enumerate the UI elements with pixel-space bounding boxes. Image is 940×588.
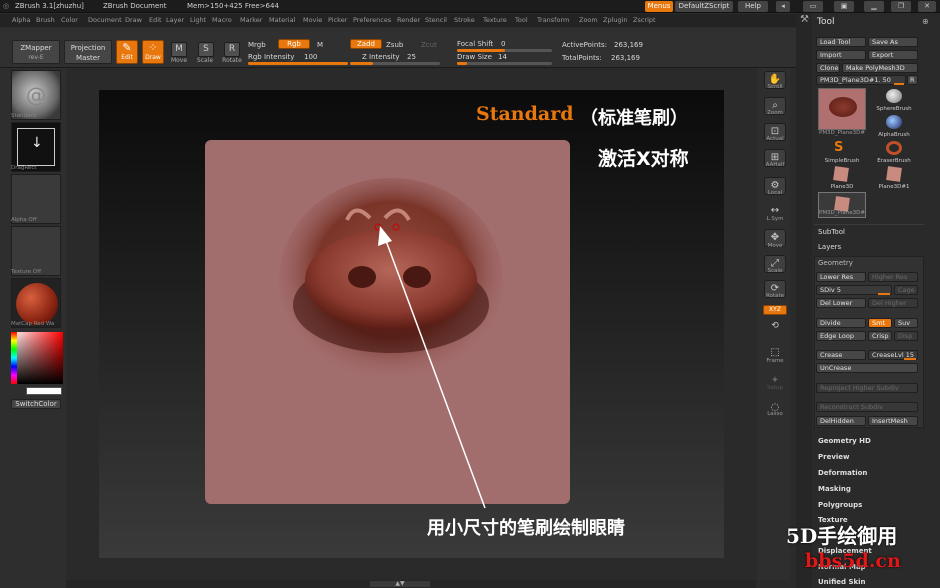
- current-tool-slider[interactable]: PM3D_Plane3D#1. 50: [816, 75, 906, 85]
- geometry-hd-section[interactable]: Geometry HD: [818, 437, 871, 445]
- reproject-higher-subdiv-button[interactable]: Reproject Higher Subdiv: [816, 383, 918, 393]
- overlay-subtitle: 激活X对称: [598, 148, 689, 170]
- panel-pin-icon[interactable]: ⊕: [922, 17, 929, 26]
- zoom-label: Zoom: [767, 110, 783, 116]
- scale-view-label: Scale: [767, 268, 783, 274]
- tool-thumb-pm3d-2-label: PM3D_Plane3D#: [819, 210, 865, 216]
- divide-button[interactable]: Divide: [816, 318, 866, 328]
- make-polymesh-button[interactable]: Make PolyMesh3D: [842, 63, 918, 73]
- lsym-label: L.Sym: [766, 216, 784, 222]
- subtool-section[interactable]: SubTool: [818, 228, 845, 236]
- plane3d-icon[interactable]: [833, 166, 849, 182]
- save-as-button[interactable]: Save As: [868, 37, 918, 47]
- tray-toggle-icon[interactable]: ▲▼: [370, 581, 430, 587]
- xyz-button[interactable]: XYZ: [763, 305, 787, 315]
- aahalf-label: AAHalf: [765, 162, 785, 168]
- overlay-title-cn: （标准笔刷）: [580, 108, 688, 129]
- watermark-text: 5D手绘御用: [786, 524, 898, 548]
- simple-brush-icon[interactable]: S: [834, 140, 843, 155]
- del-lower-button[interactable]: Del Lower: [816, 298, 866, 308]
- sdiv-slider-fill: [878, 293, 890, 295]
- unified-skin-section[interactable]: Unified Skin: [818, 578, 866, 586]
- simple-brush-label: SimpleBrush: [824, 158, 860, 164]
- export-button[interactable]: Export: [868, 50, 918, 60]
- actual-label: Actual: [766, 136, 784, 142]
- del-higher-button[interactable]: Del Higher: [868, 298, 918, 308]
- overlay-title-en: Standard: [476, 103, 574, 125]
- current-tool-slider-fill: [894, 83, 904, 85]
- clone-button[interactable]: Clone: [816, 63, 840, 73]
- alpha-brush-label: AlphaBrush: [878, 132, 910, 138]
- r-button[interactable]: R: [907, 75, 918, 85]
- bottom-tray: ▲▼: [66, 580, 756, 588]
- lower-res-button[interactable]: Lower Res: [816, 272, 866, 282]
- layers-section[interactable]: Layers: [818, 243, 841, 251]
- frame-label: Frame: [766, 358, 784, 364]
- eraser-brush-icon[interactable]: [886, 141, 902, 155]
- reconstruct-subdiv-button[interactable]: Reconstruct Subdiv: [816, 402, 918, 412]
- divider: [814, 224, 924, 225]
- overlay-caption: 用小尺寸的笔刷绘制眼睛: [427, 518, 625, 539]
- plane3d-1-label: Plane3D#1: [878, 184, 910, 190]
- rotate-axis-icon[interactable]: ⟲: [764, 318, 786, 336]
- sphere-brush-icon[interactable]: [886, 89, 902, 103]
- alpha-brush-icon[interactable]: [886, 115, 902, 129]
- suv-toggle[interactable]: Suv: [894, 318, 918, 328]
- uncrease-button[interactable]: UnCrease: [816, 363, 918, 373]
- import-button[interactable]: Import: [816, 50, 866, 60]
- tray-divider[interactable]: [796, 13, 812, 588]
- setup-label: Setup: [766, 385, 783, 391]
- watermark-url: bbs5d.cn: [805, 550, 901, 572]
- polygroups-section[interactable]: Polygroups: [818, 501, 862, 509]
- disp-toggle[interactable]: Disp: [894, 331, 918, 341]
- eraser-brush-label: EraserBrush: [877, 158, 911, 164]
- crease-button[interactable]: Crease: [816, 350, 866, 360]
- higher-res-button[interactable]: Higher Res: [868, 272, 918, 282]
- lasso-label: Lasso: [767, 411, 783, 417]
- move-view-label: Move: [767, 243, 783, 249]
- load-tool-button[interactable]: Load Tool: [816, 37, 866, 47]
- smt-toggle[interactable]: Smt: [868, 318, 892, 328]
- rotate-view-label: Rotate: [765, 293, 784, 299]
- deformation-section[interactable]: Deformation: [818, 469, 867, 477]
- cage-button[interactable]: Cage: [894, 285, 918, 295]
- sphere-brush-label: SphereBrush: [876, 106, 912, 112]
- preview-section[interactable]: Preview: [818, 453, 850, 461]
- tool-thumb-pm3d[interactable]: [818, 88, 866, 130]
- geometry-section[interactable]: Geometry: [818, 259, 853, 267]
- tool-panel-title: Tool: [817, 17, 835, 27]
- crisp-toggle[interactable]: Crisp: [868, 331, 892, 341]
- local-label: Local: [767, 190, 783, 196]
- del-hidden-button[interactable]: DelHidden: [816, 416, 866, 426]
- crease-level-fill: [904, 358, 916, 360]
- plane3d-1-icon[interactable]: [886, 166, 902, 182]
- hammer-icon: ⚒: [800, 14, 809, 25]
- scroll-label: Scroll: [767, 84, 783, 90]
- insert-mesh-button[interactable]: InsertMesh: [868, 416, 918, 426]
- edge-loop-button[interactable]: Edge Loop: [816, 331, 866, 341]
- plane3d-label: Plane3D: [830, 184, 854, 190]
- tool-thumb-pm3d-label: PM3D_Plane3D#: [819, 130, 865, 136]
- masking-section[interactable]: Masking: [818, 485, 851, 493]
